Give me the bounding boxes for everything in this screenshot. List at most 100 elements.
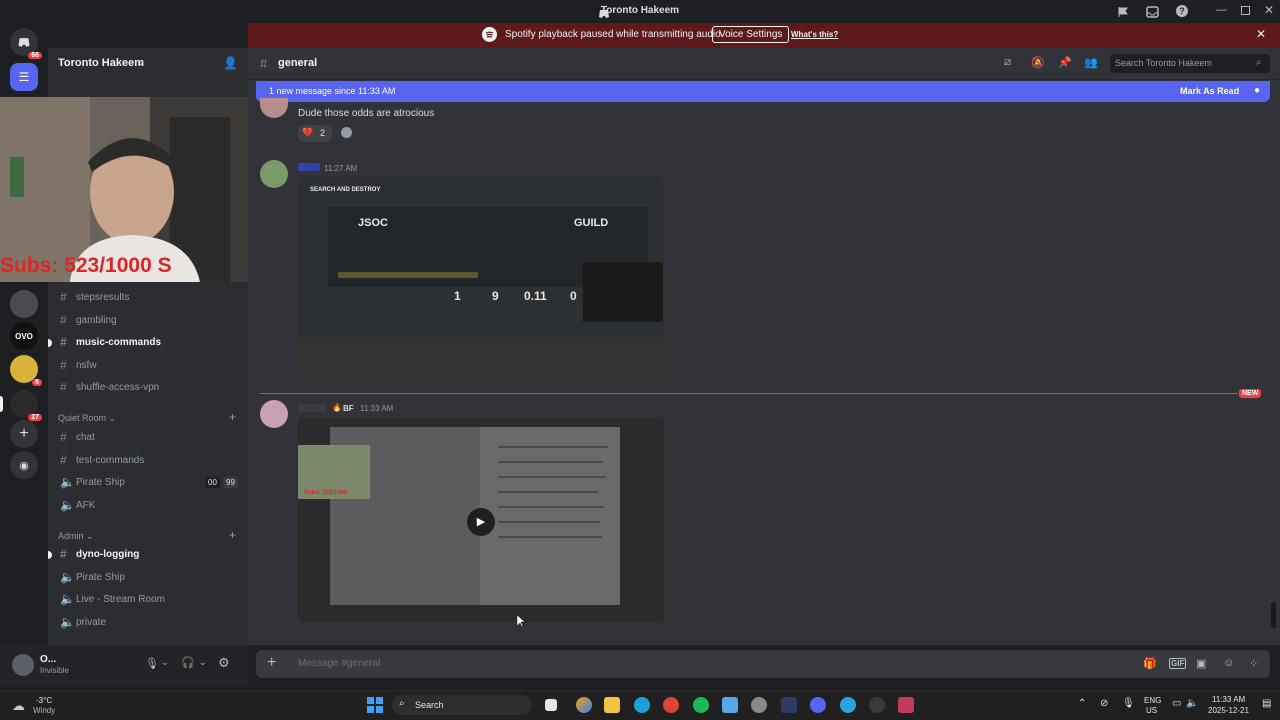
settings-app-icon[interactable] [751,697,767,713]
file-explorer-icon[interactable] [604,697,620,713]
weather-desc: Windy [33,706,56,715]
server-icon-1[interactable] [10,290,38,318]
microphone-icon[interactable]: 🎙 [145,657,159,670]
notifications-icon[interactable]: ▤ [1262,698,1271,709]
server-icon-ovo[interactable]: OVO [10,322,38,350]
close-window-icon[interactable]: ✕ [1264,3,1274,17]
inbox-flag-icon[interactable] [1117,5,1129,17]
message-composer[interactable]: + Message #general 🎁 GIF ▣ ☺ ⁘ [256,650,1270,678]
server-icon-simpsons[interactable]: 6 [10,355,42,386]
apps-icon[interactable]: ⁘ [1249,657,1258,670]
snipping-tool-icon[interactable] [898,697,914,713]
spotify-app-icon[interactable] [693,697,709,713]
channel-nsfw[interactable]: # nsfw [60,355,240,375]
gif-icon[interactable]: GIF [1169,658,1187,669]
channel-label: Pirate Ship [76,571,125,583]
gear-icon[interactable]: ⚙ [218,655,230,671]
help-icon[interactable]: ? [1176,5,1188,17]
create-channel-icon[interactable]: + [229,410,236,424]
server-header[interactable]: Toronto Hakeem ⌄ 👤 [48,48,248,80]
username-redacted[interactable] [298,163,320,171]
terminal-icon[interactable] [781,697,797,713]
add-reaction-icon[interactable] [341,127,352,138]
edge-icon[interactable] [634,697,650,713]
hash-icon: # [60,380,67,394]
maximize-icon[interactable] [1241,6,1250,15]
server-icon-active[interactable]: 27 [10,390,42,421]
voice-channel-live-stream-room[interactable]: 🔈 Live - Stream Room [60,589,240,609]
team-one-name: JSOC [358,217,388,229]
new-messages-text: 1 new message since 11:33 AM [269,86,396,96]
taskbar-search[interactable]: ⌕ Search [392,695,532,715]
clock-time[interactable]: 11:33 AM [1212,695,1245,704]
category-admin[interactable]: Admin ⌄ [58,531,238,542]
avatar[interactable] [260,400,288,428]
play-button[interactable]: ▶ [467,508,495,536]
volume-icon[interactable]: 🔈 [1186,698,1198,709]
attach-plus-icon[interactable]: + [267,654,276,672]
channel-chat[interactable]: # chat [60,427,240,447]
minimize-icon[interactable]: — [1216,4,1227,16]
chrome-icon[interactable] [663,697,679,713]
language-primary[interactable]: ENG [1144,696,1161,705]
stat-value: 0.11 [524,289,547,303]
mark-as-read-button[interactable]: Mark As Read [1180,86,1239,96]
server-badge-6: 6 [32,379,42,386]
invite-people-icon[interactable]: 👤 [223,56,238,70]
channel-dyno-logging[interactable]: # dyno-logging [60,544,240,564]
task-view-icon[interactable] [545,699,557,711]
threads-icon[interactable]: ⧄ [1004,56,1011,69]
emoji-icon[interactable]: ☺ [1223,657,1234,669]
heart-emoji-icon: 💔 [302,127,314,137]
image-attachment[interactable]: SEARCH AND DESTROY JSOC GUILD 1 9 0.11 0 [298,177,664,383]
new-messages-banner[interactable]: 1 new message since 11:33 AM Mark As Rea… [256,81,1270,102]
speaker-icon: 🔈 [60,498,75,512]
chevron-up-icon[interactable]: ⌃ [1078,698,1086,709]
avatar[interactable] [12,654,34,676]
scrollbar[interactable] [1271,602,1276,628]
voice-settings-button[interactable]: Voice Settings [712,26,790,43]
voice-channel-afk[interactable]: 🔈 AFK [60,495,240,515]
pin-icon[interactable]: 📌 [1058,56,1072,69]
search-input[interactable]: Search Toronto Hakeem ⌕ [1110,54,1270,73]
voice-channel-private[interactable]: 🔈 private [60,612,240,632]
notepad-icon[interactable] [722,697,738,713]
home-button[interactable]: 66 [10,28,42,59]
channel-shuffle-access-vpn[interactable]: # shuffle-access-vpn [60,377,240,397]
channel-test-commands[interactable]: # test-commands [60,450,240,470]
gift-icon[interactable]: 🎁 [1143,657,1157,670]
channel-music-commands[interactable]: # music-commands [60,332,240,352]
sticker-icon[interactable]: ▣ [1196,657,1206,670]
add-server-button[interactable]: + [10,420,38,448]
avatar[interactable] [260,160,288,188]
video-attachment[interactable]: Subs: 523/1000 ▶ [298,417,664,623]
network-icon[interactable]: ▭ [1172,698,1181,709]
reaction-button[interactable]: 💔 2 [298,125,332,142]
mic-tray-icon[interactable]: 🎙 [1122,698,1135,709]
stat-value: 9 [492,289,499,303]
member-list-icon[interactable]: 👥 [1084,56,1098,69]
category-quiet-room[interactable]: Quiet Room ⌄ [58,413,238,424]
channel-stepsresults[interactable]: # stepsresults [60,287,240,307]
chevron-down-icon[interactable]: ⌄ [161,657,169,668]
create-channel-icon[interactable]: + [229,528,236,542]
dismiss-notice-icon[interactable]: ✕ [1256,27,1266,41]
headphones-icon[interactable]: 🎧 [181,656,195,669]
weather-icon[interactable]: ☁ [12,698,25,714]
whats-this-link[interactable]: What's this? [791,30,838,39]
notification-bell-icon[interactable]: 🔕 [1031,56,1045,69]
copilot-icon[interactable] [576,697,592,713]
discover-button[interactable]: ◉ [10,451,38,479]
voice-channel-pirate-ship-admin[interactable]: 🔈 Pirate Ship [60,567,240,587]
start-button-icon[interactable] [367,697,383,713]
hidden-icon[interactable]: ⊘ [1100,698,1108,709]
discord-app-icon[interactable] [810,697,826,713]
username-redacted[interactable] [298,404,326,412]
telegram-icon[interactable] [840,697,856,713]
search-icon: ⌕ [399,698,405,709]
server-icon-purple[interactable]: ☰ [10,63,38,91]
chevron-down-icon[interactable]: ⌄ [199,657,207,668]
obs-icon[interactable] [869,697,885,713]
channel-gambling[interactable]: # gambling [60,310,240,330]
inbox-icon[interactable] [1146,5,1159,18]
